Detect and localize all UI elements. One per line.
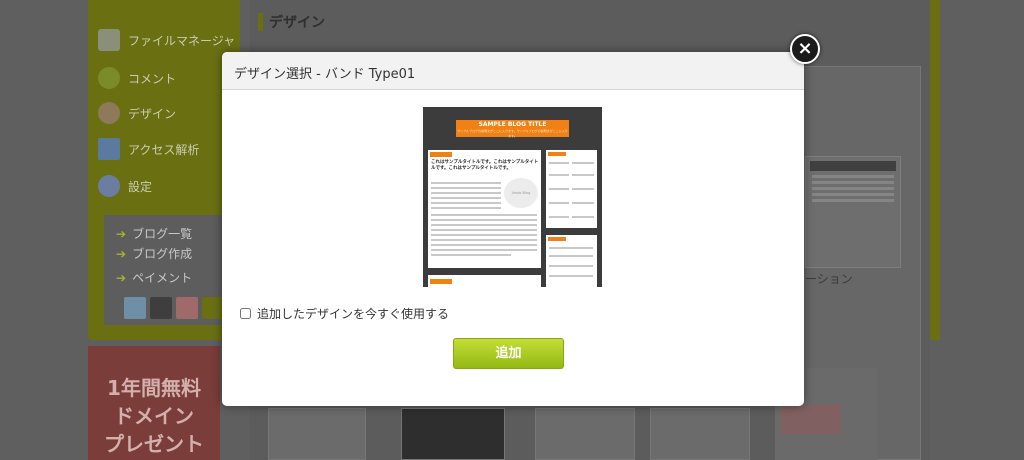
- preview-text-line: [549, 174, 569, 176]
- preview-text-line: [549, 202, 569, 204]
- preview-date-tag: [430, 279, 452, 284]
- dialog-header: デザイン選択 - バンド Type01: [222, 52, 804, 90]
- preview-post-title: これはサンプルタイトルです。これはサンプルタイトルです。これはサンプルタイトルで…: [431, 160, 539, 171]
- preview-text-line: [572, 216, 594, 218]
- add-button[interactable]: 追加: [453, 338, 564, 369]
- close-icon[interactable]: ×: [790, 34, 820, 64]
- preview-text-line: [572, 162, 594, 164]
- preview-text-line: [549, 162, 569, 164]
- preview-text-line: [431, 224, 537, 226]
- preview-text-line: [431, 187, 501, 189]
- design-select-dialog: デザイン選択 - バンド Type01 SAMPLE BLOG TITLE サン…: [222, 52, 804, 406]
- preview-sidebar-tag: [548, 152, 566, 156]
- preview-text-line: [431, 207, 501, 209]
- preview-text-line: [431, 202, 501, 204]
- use-now-label: 追加したデザインを今すぐ使用する: [257, 307, 450, 321]
- preview-text-line: [431, 234, 537, 236]
- preview-logo: Jimdo Blog: [504, 178, 538, 208]
- preview-date-tag: [430, 152, 452, 157]
- preview-main-column-2: [428, 275, 541, 287]
- design-preview-image: SAMPLE BLOG TITLE サンプルブログの説明文がここに入ります。サン…: [423, 107, 602, 287]
- preview-sidebar-tag: [548, 237, 566, 241]
- preview-main-column: これはサンプルタイトルです。これはサンプルタイトルです。これはサンプルタイトルで…: [428, 150, 541, 268]
- preview-text-line: [572, 202, 594, 204]
- preview-text-line: [431, 219, 537, 221]
- dialog-title: デザイン選択 - バンド Type01: [234, 67, 416, 82]
- preview-blog-subtitle: サンプルブログの説明文がここに入ります。サンプルブログの説明文がここに入ります。: [457, 129, 568, 138]
- preview-text-line: [549, 275, 593, 277]
- preview-text-line: [431, 229, 537, 231]
- preview-text-line: [431, 214, 537, 216]
- preview-text-line: [549, 188, 569, 190]
- preview-text-line: [549, 255, 593, 257]
- preview-text-line: [431, 244, 537, 246]
- use-now-option[interactable]: 追加したデザインを今すぐ使用する: [240, 305, 449, 322]
- preview-text-line: [431, 239, 537, 241]
- preview-text-line: [431, 182, 501, 184]
- preview-text-line: [572, 188, 594, 190]
- preview-text-line: [431, 254, 511, 256]
- preview-sidebar-box: [546, 235, 597, 287]
- preview-text-line: [549, 247, 593, 249]
- use-now-checkbox[interactable]: [240, 308, 251, 319]
- preview-text-line: [549, 216, 569, 218]
- preview-sidebar-box: [546, 150, 597, 228]
- preview-blog-title: SAMPLE BLOG TITLE: [478, 121, 547, 128]
- preview-blog-header: SAMPLE BLOG TITLE サンプルブログの説明文がここに入ります。サン…: [456, 120, 569, 138]
- preview-text-line: [572, 174, 594, 176]
- preview-text-line: [431, 197, 501, 199]
- preview-text-line: [549, 265, 593, 267]
- preview-text-line: [431, 192, 501, 194]
- preview-text-line: [431, 249, 537, 251]
